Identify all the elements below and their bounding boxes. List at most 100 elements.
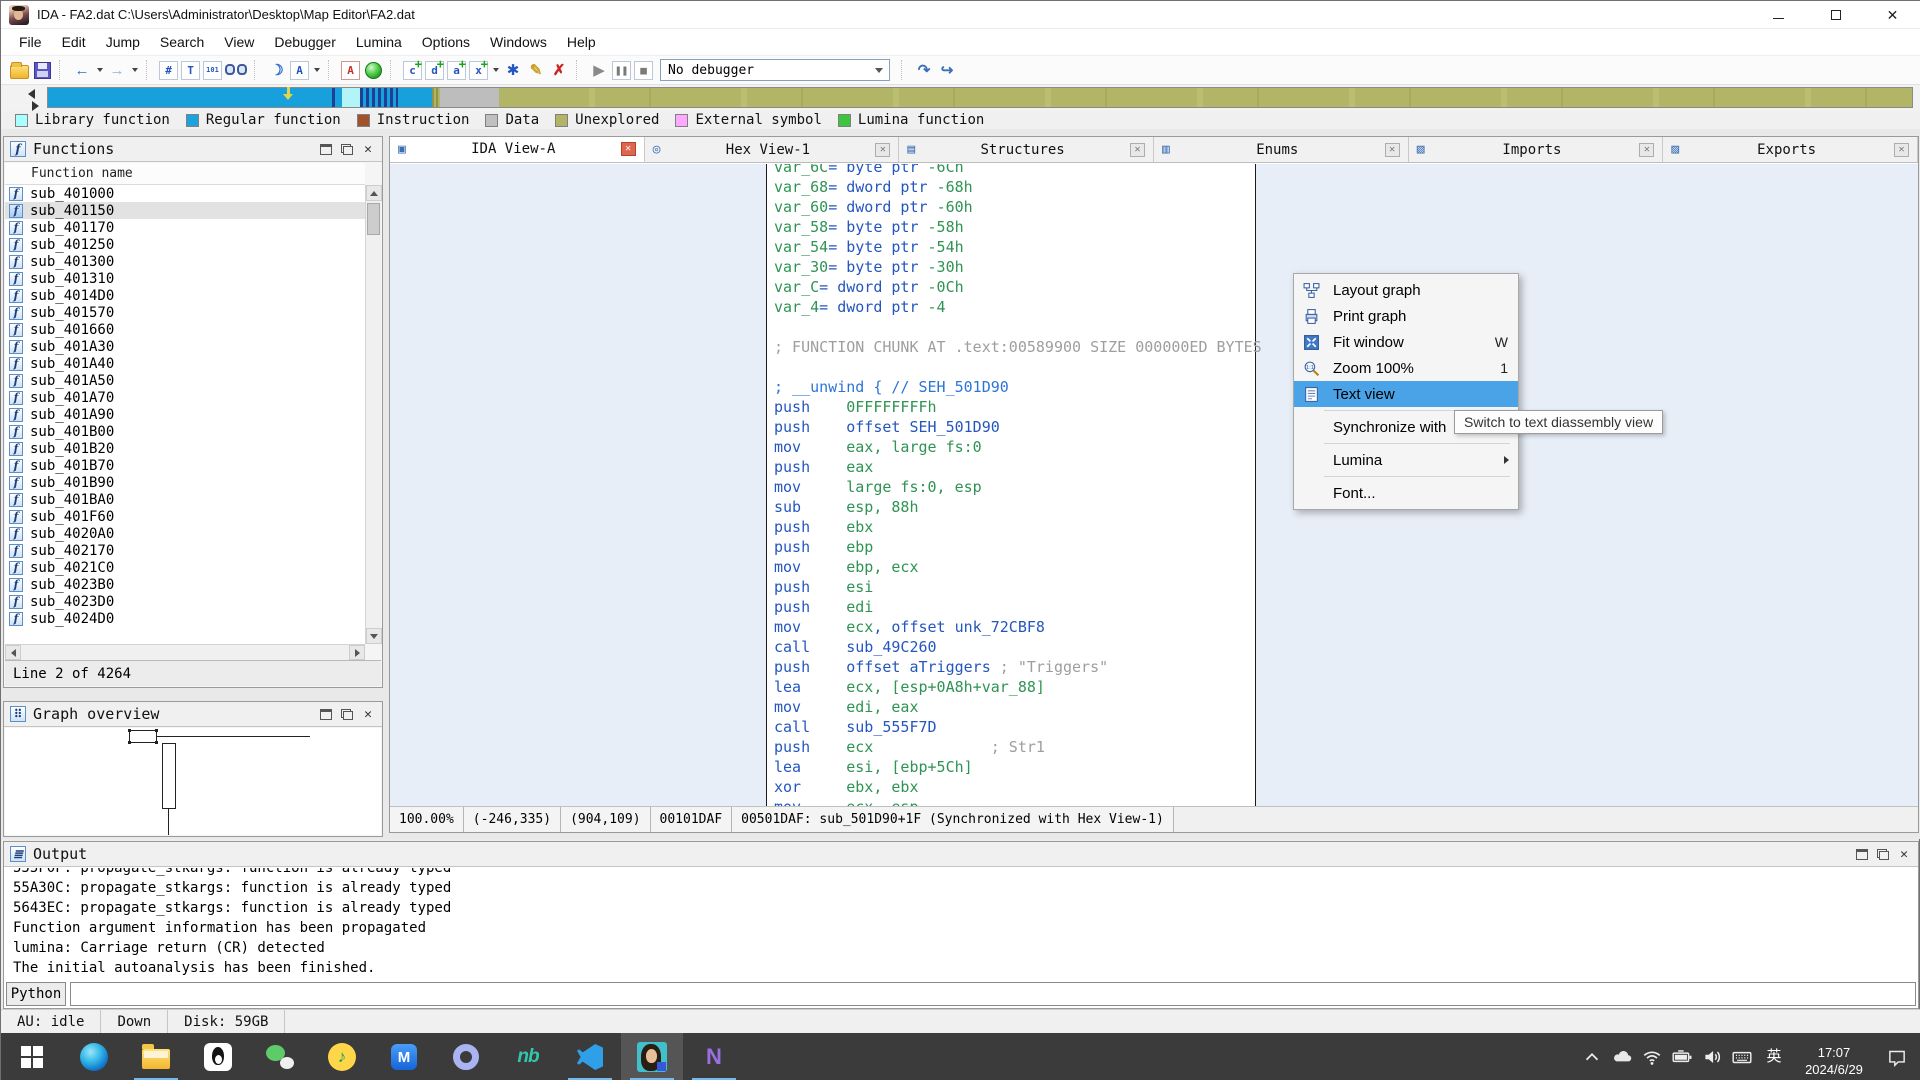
menu-item-zoom-100-[interactable]: 1:1Zoom 100%1 (1294, 355, 1518, 381)
band-scroll-right-icon[interactable] (32, 101, 39, 111)
touch-keyboard-icon[interactable] (1727, 1033, 1757, 1080)
navigation-sphere-icon[interactable] (363, 60, 383, 80)
ime-indicator[interactable]: 英 (1757, 1033, 1791, 1080)
taskbar-m-app[interactable]: M (373, 1033, 435, 1080)
float-icon[interactable] (340, 143, 354, 156)
menu-item-print-graph[interactable]: Print graph (1294, 303, 1518, 329)
minimize-icon[interactable] (1750, 1, 1807, 29)
disassembly-line[interactable]: xor ebx, ebx (774, 777, 1262, 797)
disassembly-line[interactable]: var_68= dword ptr -68h (774, 177, 1262, 197)
tab-close-icon[interactable]: ✕ (1130, 143, 1145, 157)
function-row[interactable]: fsub_401A40 (5, 355, 365, 372)
disassembly-line[interactable]: var_C= dword ptr -0Ch (774, 277, 1262, 297)
back-icon[interactable]: ← (72, 60, 92, 80)
scroll-right-icon[interactable] (349, 645, 365, 660)
snowflake-icon[interactable]: ✱ (503, 60, 523, 80)
jump-name-icon[interactable]: T (181, 61, 200, 80)
menu-edit[interactable]: Edit (52, 30, 96, 54)
graph-overview-canvas[interactable] (5, 728, 381, 835)
function-row[interactable]: fsub_401150 (5, 202, 365, 219)
menu-file[interactable]: File (9, 30, 52, 54)
function-row[interactable]: fsub_401B90 (5, 474, 365, 491)
function-name-column-header[interactable]: Function name (5, 163, 365, 185)
taskbar-n-app[interactable]: N (683, 1033, 745, 1080)
disassembly-line[interactable]: mov ecx, offset unk_72CBF8 (774, 617, 1262, 637)
function-row[interactable]: fsub_4014D0 (5, 287, 365, 304)
float-icon[interactable] (340, 708, 354, 721)
disassembly-line[interactable]: push ebx (774, 517, 1262, 537)
make-data-icon[interactable]: d (425, 61, 444, 80)
scroll-up-icon[interactable] (366, 185, 382, 201)
menu-lumina[interactable]: Lumina (346, 30, 412, 54)
menu-view[interactable]: View (214, 30, 264, 54)
crescent-icon[interactable]: ☽ (267, 60, 287, 80)
make-array-icon[interactable]: x (469, 61, 488, 80)
disassembly-line[interactable]: mov large fs:0, esp (774, 477, 1262, 497)
function-row[interactable]: fsub_401300 (5, 253, 365, 270)
jump-binary-icon[interactable]: 101 (203, 61, 222, 80)
menu-windows[interactable]: Windows (480, 30, 557, 54)
function-row[interactable]: fsub_4020A0 (5, 525, 365, 542)
function-row[interactable]: fsub_401B20 (5, 440, 365, 457)
taskbar-qq-music[interactable]: ♪ (311, 1033, 373, 1080)
float-icon[interactable] (1876, 848, 1890, 861)
search-icon[interactable] (225, 61, 247, 79)
taskbar-a-ring-app[interactable] (435, 1033, 497, 1080)
disassembly-line[interactable]: push edi (774, 597, 1262, 617)
debugger-run-icon[interactable]: ▶ (589, 60, 609, 80)
disassembly-line[interactable]: call sub_555F7D (774, 717, 1262, 737)
python-cli-button[interactable]: Python (6, 982, 66, 1006)
tab-imports[interactable]: ▧Imports✕ (1409, 137, 1664, 162)
disassembly-line[interactable]: push eax (774, 457, 1262, 477)
disassembly-line[interactable]: sub esp, 88h (774, 497, 1262, 517)
ascii-strings-icon[interactable]: A (290, 61, 309, 80)
undefine-icon[interactable]: ✗ (549, 60, 569, 80)
function-row[interactable]: fsub_401250 (5, 236, 365, 253)
function-row[interactable]: fsub_402170 (5, 542, 365, 559)
graph-view-area[interactable]: var_6C= byte ptr -6Chvar_68= dword ptr -… (390, 164, 1918, 806)
disassembly-line[interactable]: lea ecx, [esp+0A8h+var_88] (774, 677, 1262, 697)
analysis-icon[interactable]: A (341, 61, 360, 80)
disassembly-line[interactable]: push ecx ; Str1 (774, 737, 1262, 757)
function-row[interactable]: fsub_401000 (5, 185, 365, 202)
maximize-icon[interactable] (1807, 1, 1864, 29)
function-row[interactable]: fsub_401BA0 (5, 491, 365, 508)
close-icon[interactable]: ✕ (361, 708, 375, 721)
tab-close-icon[interactable]: ✕ (621, 142, 636, 156)
dropdown-arrow-icon[interactable] (491, 61, 500, 80)
taskbar-wechat[interactable] (249, 1033, 311, 1080)
disassembly-line[interactable]: call sub_49C260 (774, 637, 1262, 657)
tab-close-icon[interactable]: ✕ (1385, 143, 1400, 157)
dropdown-arrow-icon[interactable] (312, 61, 321, 80)
debugger-stop-icon[interactable]: ■ (634, 61, 653, 80)
make-code-icon[interactable]: c (403, 61, 422, 80)
close-icon[interactable]: ✕ (1897, 848, 1911, 861)
function-row[interactable]: fsub_401B00 (5, 423, 365, 440)
taskbar-vscode[interactable] (559, 1033, 621, 1080)
menu-item-fit-window[interactable]: Fit windowW (1294, 329, 1518, 355)
dock-icon[interactable] (319, 708, 333, 721)
taskbar-nb-app[interactable]: nb (497, 1033, 559, 1080)
address-band[interactable] (47, 87, 1913, 108)
function-row[interactable]: fsub_4021C0 (5, 559, 365, 576)
step-into-icon[interactable]: ↷ (914, 60, 934, 80)
disassembly-line[interactable]: ; FUNCTION CHUNK AT .text:00589900 SIZE … (774, 337, 1262, 357)
disassembly-line[interactable]: var_6C= byte ptr -6Ch (774, 164, 1262, 177)
function-row[interactable]: fsub_401A90 (5, 406, 365, 423)
taskbar-ida[interactable] (621, 1033, 683, 1080)
tab-exports[interactable]: ▨Exports✕ (1663, 137, 1918, 162)
function-row[interactable]: fsub_401170 (5, 219, 365, 236)
scroll-down-icon[interactable] (366, 628, 382, 644)
disassembly-line[interactable]: mov edi, eax (774, 697, 1262, 717)
open-file-icon[interactable] (9, 60, 29, 80)
function-row[interactable]: fsub_4023B0 (5, 576, 365, 593)
menu-item-layout-graph[interactable]: Layout graph (1294, 277, 1518, 303)
viewport-rectangle[interactable] (129, 730, 157, 743)
function-row[interactable]: fsub_401A30 (5, 338, 365, 355)
horizontal-scrollbar[interactable] (5, 644, 365, 660)
python-input[interactable] (70, 982, 1916, 1006)
run-until-icon[interactable]: ↪ (937, 60, 957, 80)
tab-close-icon[interactable]: ✕ (875, 143, 890, 157)
jump-address-icon[interactable]: # (159, 61, 178, 80)
taskbar-file-explorer[interactable] (125, 1033, 187, 1080)
